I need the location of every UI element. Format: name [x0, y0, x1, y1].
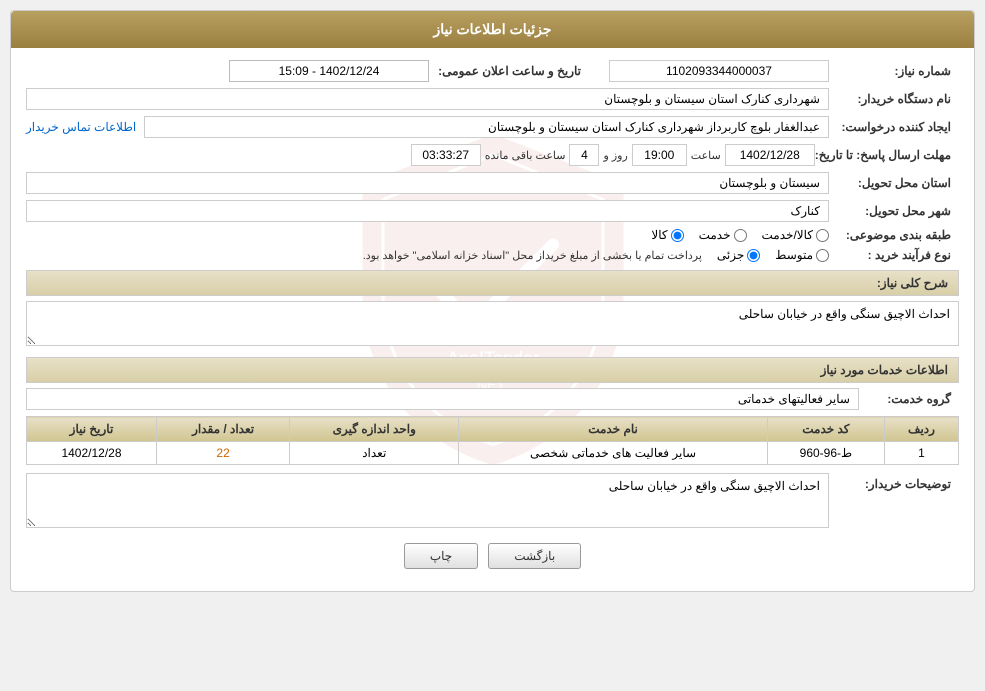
city-label: شهر محل تحویل: [829, 204, 959, 218]
col-unit: واحد اندازه گیری [290, 417, 459, 442]
buyer-org-label: نام دستگاه خریدار: [829, 92, 959, 106]
col-row: ردیف [884, 417, 958, 442]
main-card: AnaITender .NET جزئیات اطلاعات نیاز شمار… [10, 10, 975, 592]
purchase-row: نوع فرآیند خرید : متوسط جزئی پرداخت تمام… [26, 248, 959, 262]
city-value: کنارک [26, 200, 829, 222]
service-group-row: گروه خدمت: سایر فعالیتهای خدماتی [26, 388, 959, 410]
deadline-time-label: ساعت [691, 149, 721, 162]
table-row: 1 ط-96-960 سایر فعالیت های خدماتی شخصی ت… [27, 442, 959, 465]
purchase-label: نوع فرآیند خرید : [829, 248, 959, 262]
date-announce-label: تاریخ و ساعت اعلان عمومی: [429, 64, 589, 78]
buyer-org-value: شهرداری کنارک استان سیستان و بلوچستان [26, 88, 829, 110]
col-qty: تعداد / مقدار [156, 417, 289, 442]
services-table: ردیف کد خدمت نام خدمت واحد اندازه گیری ت… [26, 416, 959, 465]
radio-kala-khedmat-item[interactable]: کالا/خدمت [762, 228, 829, 242]
deadline-days-value: 4 [569, 144, 599, 166]
city-row: شهر محل تحویل: کنارک [26, 200, 959, 222]
deadline-date-value: 1402/12/28 [725, 144, 815, 166]
order-number-value: 1102093344000037 [609, 60, 829, 82]
deadline-remaining-label: ساعت باقی مانده [485, 149, 566, 162]
col-name: نام خدمت [459, 417, 768, 442]
deadline-row: مهلت ارسال پاسخ: تا تاریخ: 1402/12/28 سا… [26, 144, 959, 166]
card-header: جزئیات اطلاعات نیاز [11, 11, 974, 48]
cell-name: سایر فعالیت های خدماتی شخصی [459, 442, 768, 465]
button-row: بازگشت چاپ [26, 543, 959, 579]
header-title: جزئیات اطلاعات نیاز [433, 21, 551, 37]
content-wrapper: جزئیات اطلاعات نیاز شماره نیاز: 11020933… [11, 11, 974, 591]
page-wrapper: AnaITender .NET جزئیات اطلاعات نیاز شمار… [0, 0, 985, 691]
province-value: سیستان و بلوچستان [26, 172, 829, 194]
radio-kala[interactable] [671, 229, 684, 242]
table-head: ردیف کد خدمت نام خدمت واحد اندازه گیری ت… [27, 417, 959, 442]
buyer-notes-textarea[interactable] [26, 473, 829, 528]
back-button[interactable]: بازگشت [488, 543, 581, 569]
description-textarea[interactable] [26, 301, 959, 346]
card-body: شماره نیاز: 1102093344000037 تاریخ و ساع… [11, 48, 974, 591]
deadline-date-row: 1402/12/28 ساعت 19:00 روز و 4 ساعت باقی … [26, 144, 815, 166]
radio-jozi-label: جزئی [717, 248, 744, 262]
radio-kala-label: کالا [651, 228, 667, 242]
description-section-header: شرح کلی نیاز: [26, 270, 959, 296]
radio-jozi-item[interactable]: جزئی [717, 248, 760, 262]
table-body: 1 ط-96-960 سایر فعالیت های خدماتی شخصی ت… [27, 442, 959, 465]
col-date: تاریخ نیاز [27, 417, 157, 442]
purchase-radio-group: متوسط جزئی پرداخت تمام یا بخشی از مبلغ خ… [26, 248, 829, 262]
buyer-notes-row: توضیحات خریدار: [26, 473, 959, 528]
cell-qty: 22 [156, 442, 289, 465]
contact-link[interactable]: اطلاعات تماس خریدار [26, 120, 136, 134]
deadline-label: مهلت ارسال پاسخ: تا تاریخ: [815, 148, 959, 162]
cell-code: ط-96-960 [767, 442, 884, 465]
radio-mottavasset-item[interactable]: متوسط [775, 248, 829, 262]
service-group-value: سایر فعالیتهای خدماتی [26, 388, 859, 410]
service-group-label: گروه خدمت: [859, 392, 959, 406]
description-container [26, 301, 959, 349]
deadline-days-label: روز و [603, 149, 627, 162]
category-radio-group: کالا/خدمت خدمت کالا [26, 228, 829, 242]
province-row: استان محل تحویل: سیستان و بلوچستان [26, 172, 959, 194]
radio-kala-khedmat[interactable] [816, 229, 829, 242]
creator-value: عبدالغفار بلوچ کاربرداز شهرداری کنارک اس… [144, 116, 829, 138]
order-number-row: شماره نیاز: 1102093344000037 تاریخ و ساع… [26, 60, 959, 82]
radio-mottavasset[interactable] [816, 249, 829, 262]
deadline-time-value: 19:00 [632, 144, 687, 166]
radio-khedmat-label: خدمت [699, 228, 731, 242]
purchase-note: پرداخت تمام یا بخشی از مبلغ خریداز محل "… [363, 249, 702, 262]
category-row: طبقه بندی موضوعی: کالا/خدمت خدمت کالا [26, 228, 959, 242]
cell-unit: تعداد [290, 442, 459, 465]
radio-kala-item[interactable]: کالا [651, 228, 683, 242]
buyer-org-row: نام دستگاه خریدار: شهرداری کنارک استان س… [26, 88, 959, 110]
date-announce-value: 1402/12/24 - 15:09 [229, 60, 429, 82]
category-label: طبقه بندی موضوعی: [829, 228, 959, 242]
radio-mottavasset-label: متوسط [775, 248, 813, 262]
radio-jozi[interactable] [747, 249, 760, 262]
creator-label: ایجاد کننده درخواست: [829, 120, 959, 134]
buyer-notes-label: توضیحات خریدار: [829, 473, 959, 491]
radio-khedmat[interactable] [734, 229, 747, 242]
order-number-label: شماره نیاز: [829, 64, 959, 78]
cell-row: 1 [884, 442, 958, 465]
col-code: کد خدمت [767, 417, 884, 442]
province-label: استان محل تحویل: [829, 176, 959, 190]
table-header-row: ردیف کد خدمت نام خدمت واحد اندازه گیری ت… [27, 417, 959, 442]
radio-khedmat-item[interactable]: خدمت [699, 228, 747, 242]
cell-date: 1402/12/28 [27, 442, 157, 465]
print-button[interactable]: چاپ [404, 543, 478, 569]
services-section-header: اطلاعات خدمات مورد نیاز [26, 357, 959, 383]
radio-kala-khedmat-label: کالا/خدمت [762, 228, 813, 242]
creator-row: ایجاد کننده درخواست: عبدالغفار بلوچ کارب… [26, 116, 959, 138]
deadline-remaining-value: 03:33:27 [411, 144, 481, 166]
